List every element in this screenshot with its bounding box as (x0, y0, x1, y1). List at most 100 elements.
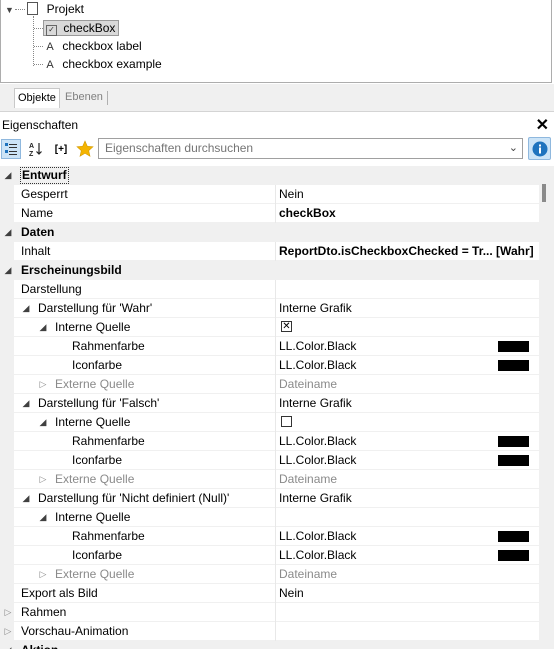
property-iconfarbe[interactable]: Iconfarbe LL.Color.Black (0, 356, 539, 375)
search-input[interactable] (99, 139, 500, 157)
scrollbar-thumb[interactable] (542, 184, 546, 202)
close-icon[interactable]: ✕ (536, 115, 549, 135)
category-daten[interactable]: ◢ Daten (0, 223, 539, 242)
color-swatch[interactable] (498, 455, 529, 466)
properties-header: Eigenschaften ✕ (0, 114, 554, 136)
property-interne-quelle[interactable]: ◢ Interne Quelle ✕ (0, 318, 539, 337)
property-gesperrt[interactable]: Gesperrt Nein (0, 185, 539, 204)
property-value[interactable]: Nein (279, 185, 304, 204)
property-value[interactable]: checkBox (279, 204, 336, 223)
column-separator (275, 280, 276, 299)
category-erscheinungsbild[interactable]: ◢ Erscheinungsbild (0, 261, 539, 280)
property-value[interactable]: Interne Grafik (279, 394, 352, 413)
property-rahmen[interactable]: ▷ Rahmen (0, 603, 539, 622)
property-interne-quelle[interactable]: ◢ Interne Quelle (0, 508, 539, 527)
property-inhalt[interactable]: Inhalt ReportDto.isCheckboxChecked = Tr.… (0, 242, 539, 261)
info-button[interactable] (528, 137, 551, 160)
property-value[interactable]: LL.Color.Black (279, 451, 356, 470)
color-swatch[interactable] (498, 550, 529, 561)
sort-alphabetical-button[interactable]: A Z (26, 139, 46, 159)
expanded-triangle-icon[interactable]: ◢ (21, 299, 31, 318)
collapsed-triangle-icon[interactable]: ▷ (38, 565, 48, 584)
property-label: Externe Quelle (55, 377, 135, 391)
property-darstellung-falsch[interactable]: ◢ Darstellung für 'Falsch' Interne Grafi… (0, 394, 539, 413)
property-value[interactable]: LL.Color.Black (279, 527, 356, 546)
category-aktion[interactable]: ◢ Aktion (0, 641, 539, 649)
row-gutter (0, 204, 14, 223)
collapsed-triangle-icon[interactable]: ▷ (3, 603, 13, 622)
column-separator (275, 356, 276, 375)
property-darstellung[interactable]: Darstellung (0, 280, 539, 299)
tab-objekte[interactable]: Objekte (14, 88, 60, 108)
property-iconfarbe[interactable]: Iconfarbe LL.Color.Black (0, 451, 539, 470)
property-externe-quelle[interactable]: ▷ Externe Quelle Dateiname (0, 375, 539, 394)
expanded-triangle-icon[interactable]: ◢ (3, 261, 13, 280)
column-separator (275, 375, 276, 394)
property-value[interactable]: LL.Color.Black (279, 546, 356, 565)
property-label: Darstellung für 'Falsch' (38, 396, 160, 410)
property-externe-quelle[interactable]: ▷ Externe Quelle Dateiname (0, 565, 539, 584)
property-darstellung-wahr[interactable]: ◢ Darstellung für 'Wahr' Interne Grafik (0, 299, 539, 318)
color-swatch[interactable] (498, 360, 529, 371)
property-value[interactable]: Dateiname (279, 470, 337, 489)
property-label: Rahmen (21, 605, 67, 619)
favorites-button[interactable] (75, 139, 95, 159)
property-export-als-bild[interactable]: Export als Bild Nein (0, 584, 539, 603)
tree-item-checkbox-example[interactable]: A checkbox example (45, 55, 161, 73)
tree-item-projekt[interactable]: ▼ Projekt (5, 0, 84, 18)
color-swatch[interactable] (498, 531, 529, 542)
chevron-down-icon[interactable]: ⌄ (509, 141, 518, 154)
tree-item-checkbox[interactable]: ✓ checkBox (43, 19, 120, 37)
property-value[interactable]: Nein (279, 584, 304, 603)
property-darstellung-null[interactable]: ◢ Darstellung für 'Nicht definiert (Null… (0, 489, 539, 508)
expanded-triangle-icon[interactable]: ◢ (3, 166, 13, 185)
property-value[interactable]: LL.Color.Black (279, 337, 356, 356)
property-interne-quelle[interactable]: ◢ Interne Quelle (0, 413, 539, 432)
collapsed-triangle-icon[interactable]: ▷ (3, 622, 13, 641)
property-search[interactable]: ⌄ (98, 138, 523, 159)
property-vorschau-animation[interactable]: ▷ Vorschau-Animation (0, 622, 539, 641)
property-value[interactable]: Interne Grafik (279, 489, 352, 508)
property-label: Iconfarbe (72, 548, 123, 562)
column-separator (275, 242, 276, 261)
property-value[interactable]: Interne Grafik (279, 299, 352, 318)
category-entwurf[interactable]: ◢ Entwurf (0, 166, 539, 185)
collapsed-triangle-icon[interactable]: ▷ (38, 375, 48, 394)
property-label: Rahmenfarbe (72, 339, 145, 353)
row-gutter (0, 527, 14, 546)
categorized-view-button[interactable] (1, 139, 21, 159)
tree-label: Projekt (46, 2, 84, 16)
property-value[interactable]: Dateiname (279, 565, 337, 584)
property-rahmenfarbe[interactable]: Rahmenfarbe LL.Color.Black (0, 432, 539, 451)
expanded-triangle-icon[interactable]: ◢ (38, 413, 48, 432)
property-externe-quelle[interactable]: ▷ Externe Quelle Dateiname (0, 470, 539, 489)
tab-ebenen[interactable]: Ebenen (62, 88, 106, 107)
expanded-triangle-icon[interactable]: ◢ (21, 489, 31, 508)
expanded-triangle-icon[interactable]: ◢ (21, 394, 31, 413)
expanded-triangle-icon[interactable]: ◢ (38, 508, 48, 527)
property-value[interactable]: LL.Color.Black (279, 356, 356, 375)
vertical-scrollbar[interactable] (539, 166, 554, 649)
property-iconfarbe[interactable]: Iconfarbe LL.Color.Black (0, 546, 539, 565)
property-value[interactable]: ReportDto.isCheckboxChecked = Tr... [Wah… (279, 242, 534, 261)
expand-all-button[interactable]: [+] (49, 139, 73, 159)
column-separator (275, 622, 276, 641)
color-swatch[interactable] (498, 341, 529, 352)
color-swatch[interactable] (498, 436, 529, 447)
property-label: Interne Quelle (55, 510, 131, 524)
expanded-triangle-icon[interactable]: ◢ (3, 223, 13, 242)
collapsed-triangle-icon[interactable]: ▷ (38, 470, 48, 489)
expanded-triangle-icon[interactable]: ◢ (38, 318, 48, 337)
selected-node[interactable]: ✓ checkBox (43, 20, 120, 36)
collapse-chevron-icon[interactable]: ▼ (5, 5, 14, 15)
property-value[interactable]: LL.Color.Black (279, 432, 356, 451)
property-value[interactable]: Dateiname (279, 375, 337, 394)
property-rahmenfarbe[interactable]: Rahmenfarbe LL.Color.Black (0, 527, 539, 546)
sort-az-icon: A Z (29, 143, 42, 157)
property-label: Rahmenfarbe (72, 529, 145, 543)
property-name[interactable]: Name checkBox (0, 204, 539, 223)
tree-item-checkbox-label[interactable]: A checkbox label (45, 37, 141, 55)
property-rahmenfarbe[interactable]: Rahmenfarbe LL.Color.Black (0, 337, 539, 356)
expanded-triangle-icon[interactable]: ◢ (3, 641, 13, 649)
column-separator (275, 394, 276, 413)
